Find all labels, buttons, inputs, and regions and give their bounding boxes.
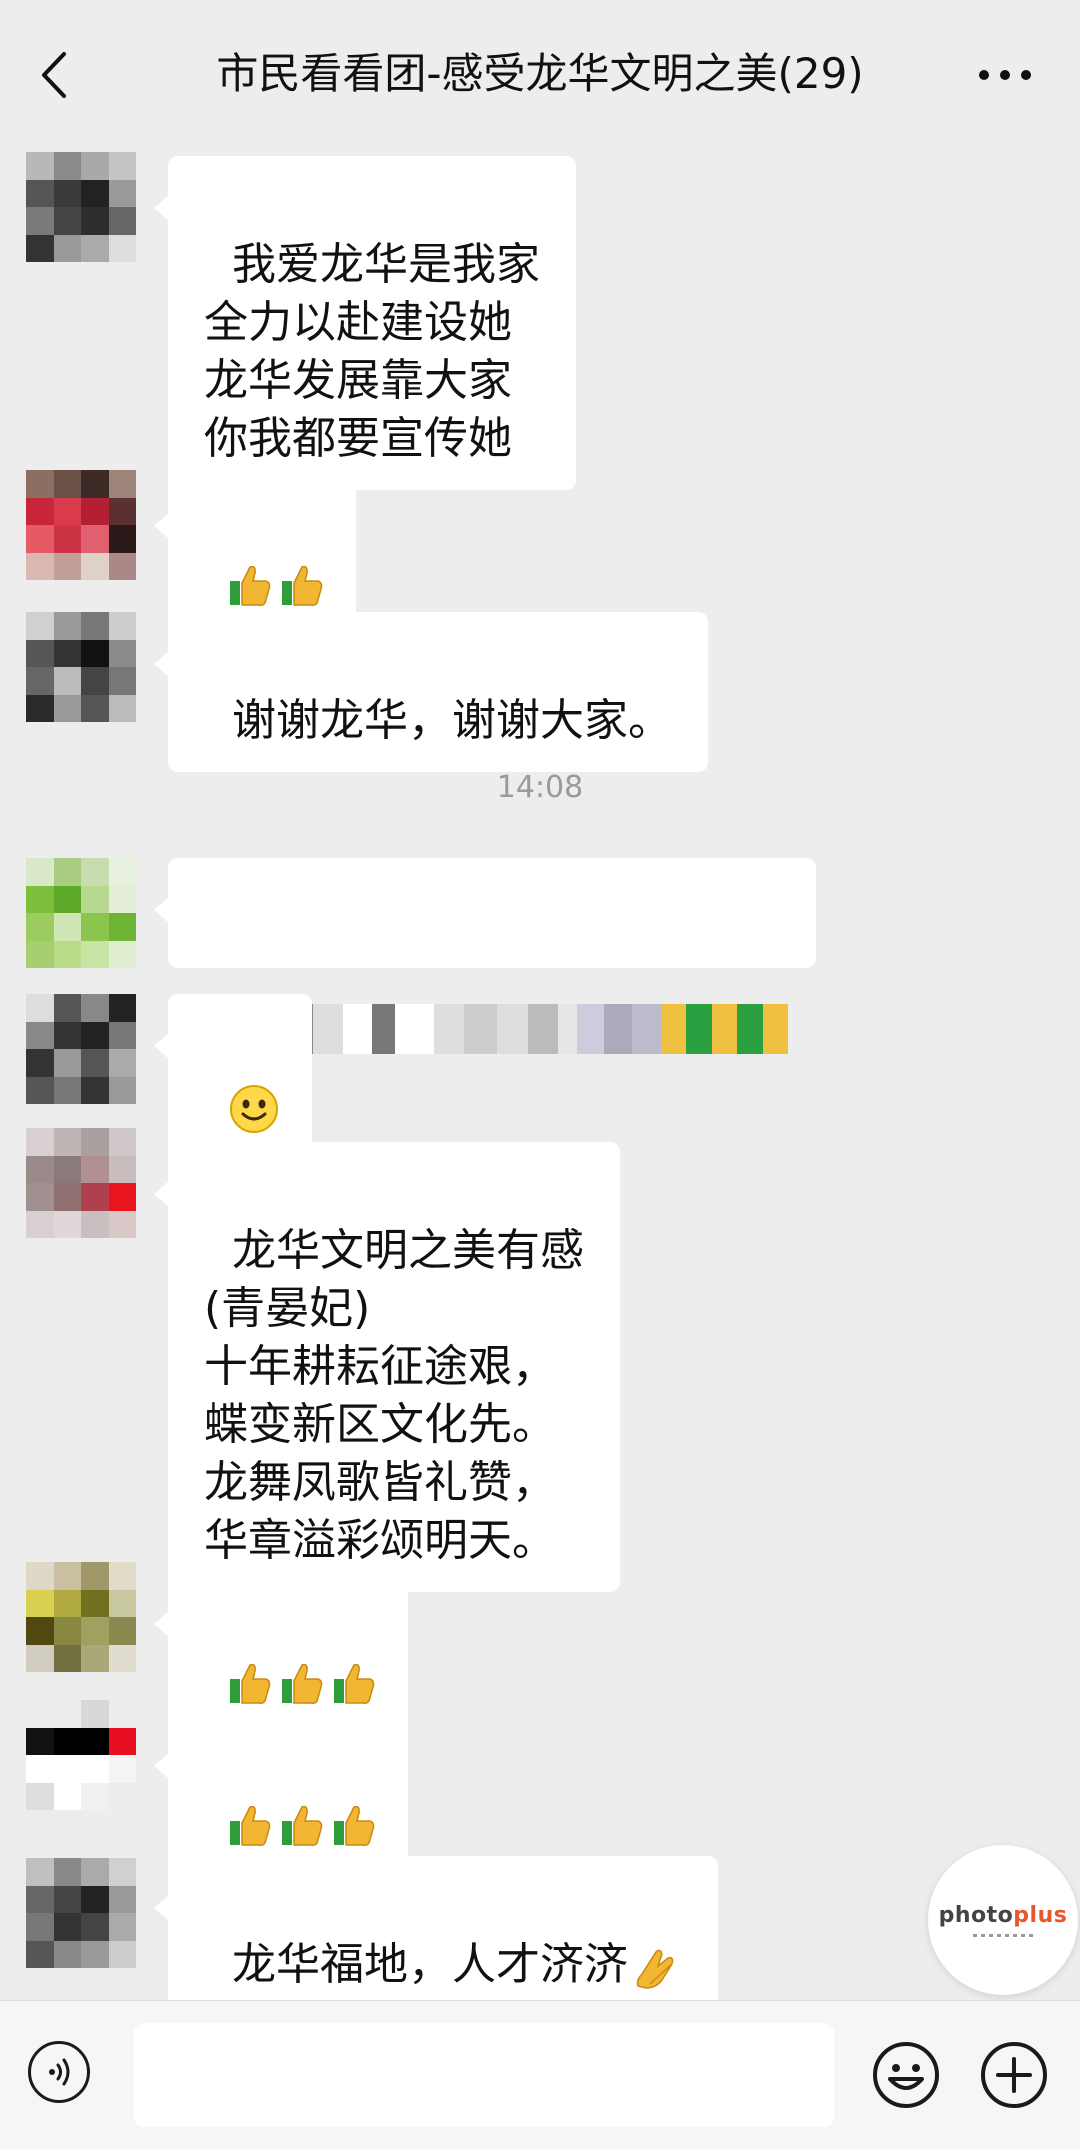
emoji-face-icon[interactable] (870, 2039, 942, 2111)
timestamp: 14:08 (496, 770, 584, 805)
message-bubble[interactable]: 龙华福地，人才济济 (154, 1856, 718, 2016)
avatar[interactable] (26, 152, 136, 262)
avatar[interactable] (26, 612, 136, 722)
photoplus-logo: photoplus (938, 1903, 1068, 1928)
chevron-left-icon (42, 52, 66, 98)
chat-title: 市民看看团-感受龙华文明之美(29) (216, 49, 864, 98)
message-bubble[interactable] (154, 1572, 408, 1732)
message-text: 我爱龙华是我家 全力以赴建设她 龙华发展靠大家 你我都要宣传她 (204, 239, 540, 464)
message-bubble-blurred[interactable] (154, 858, 816, 1054)
avatar[interactable] (26, 994, 136, 1104)
message-bubble[interactable] (154, 474, 356, 634)
more-button[interactable] (970, 50, 1040, 100)
smiley-icon (229, 1085, 278, 1133)
plus-circle-icon[interactable] (978, 2039, 1050, 2111)
thumbs-up-icon (281, 1805, 323, 1846)
voice-button[interactable] (28, 2041, 90, 2103)
avatar[interactable] (26, 470, 136, 580)
message-bubble[interactable] (154, 994, 312, 1162)
avatar[interactable] (26, 1562, 136, 1672)
message-bubble[interactable]: 龙华文明之美有感 (青晏妃) 十年耕耘征途艰， 蝶变新区文化先。 龙舞凤歌皆礼赞… (154, 1142, 620, 1592)
pray-icon (636, 1949, 674, 1989)
avatar[interactable] (26, 1700, 136, 1810)
avatar[interactable] (26, 858, 136, 968)
message-text: 龙华文明之美有感 (青晏妃) 十年耕耘征途艰， 蝶变新区文化先。 龙舞凤歌皆礼赞… (204, 1225, 584, 1566)
message-bubble[interactable]: 谢谢龙华，谢谢大家。 (154, 612, 708, 772)
message-bubble[interactable]: 我爱龙华是我家 全力以赴建设她 龙华发展靠大家 你我都要宣传她 (154, 156, 576, 490)
message-text: 谢谢龙华，谢谢大家。 (231, 695, 672, 746)
back-button[interactable] (30, 45, 80, 105)
thumbs-up-icon (281, 1663, 323, 1704)
thumbs-up-group (226, 1659, 378, 1707)
message-input[interactable] (134, 2023, 834, 2127)
thumbs-up-icon (333, 1663, 375, 1704)
message-text: 龙华福地，人才济济 (231, 1939, 628, 1990)
more-dots-icon (979, 70, 1031, 80)
thumbs-up-group (226, 561, 326, 609)
chat-header: 市民看看团-感受龙华文明之美(29) (0, 0, 1080, 150)
thumbs-up-icon (333, 1805, 375, 1846)
thumbs-up-group (226, 1801, 378, 1849)
thumbs-up-icon (229, 1663, 271, 1704)
thumbs-up-icon (229, 1805, 271, 1846)
voice-icon (49, 2058, 70, 2086)
avatar[interactable] (26, 1858, 136, 1968)
thumbs-up-icon (229, 565, 271, 606)
avatar[interactable] (26, 1128, 136, 1238)
input-bar (0, 2000, 1080, 2149)
photoplus-watermark: photoplus (928, 1845, 1078, 1995)
message-bubble[interactable] (154, 1714, 408, 1874)
thumbs-up-icon (281, 565, 323, 606)
